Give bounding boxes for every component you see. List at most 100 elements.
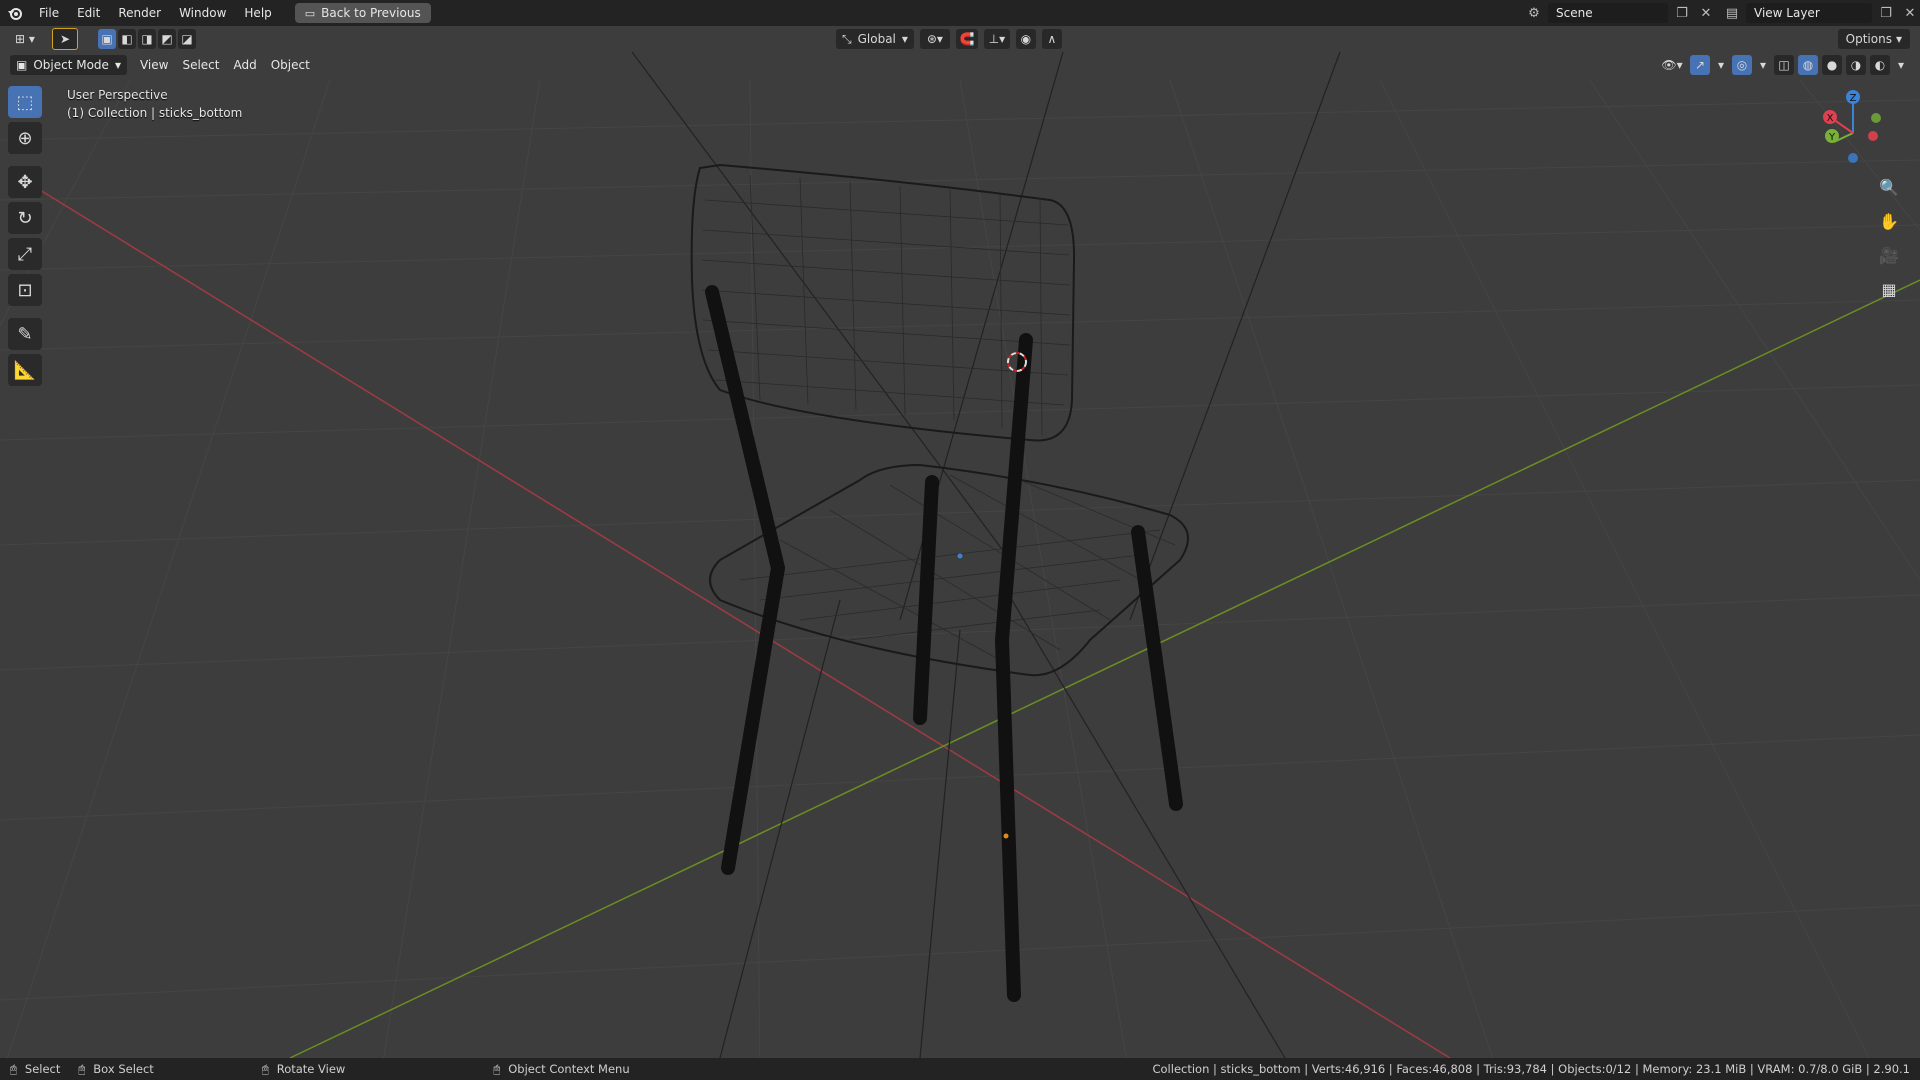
transform-controls: ⤡ Global ▾ ⊛▾ 🧲 ⊥▾ ◉ ∧ — [836, 29, 1062, 49]
back-icon: ▭ — [304, 6, 316, 20]
annotate-tool-icon[interactable]: ✎ — [8, 318, 42, 350]
top-menu-bar: File Edit Render Window Help ▭ Back to P… — [0, 0, 1920, 26]
gizmo-toggle-icon[interactable]: ↗ — [1690, 55, 1710, 75]
shading-chevron-icon[interactable]: ▾ — [1894, 55, 1908, 75]
close-view-layer-icon[interactable]: ✕ — [1900, 3, 1920, 23]
copy-scene-icon[interactable]: ❐ — [1672, 3, 1692, 23]
y-axis-line — [289, 279, 1920, 1059]
mode-new-icon[interactable]: ▣ — [98, 29, 116, 49]
snap-target-icon[interactable]: ⊥▾ — [983, 29, 1010, 49]
mouse-drag-icon: 🖱 — [78, 1061, 86, 1076]
viewport-grid — [0, 79, 1920, 1080]
visibility-icon[interactable]: 👁▾ — [1658, 55, 1686, 75]
solid-shading-icon[interactable]: ● — [1822, 55, 1842, 75]
material-shading-icon[interactable]: ◑ — [1846, 55, 1866, 75]
editor-type-icon[interactable]: ⊞ ▾ — [10, 29, 40, 49]
gizmo-z-label: Z — [1850, 93, 1857, 104]
select-tool-icon[interactable]: ➤ — [52, 28, 78, 50]
mode-invert-icon[interactable]: ◩ — [158, 29, 176, 49]
ortho-toggle-icon[interactable]: ▦ — [1876, 276, 1902, 302]
menu-object[interactable]: Object — [264, 55, 317, 75]
overlays-toggle-icon[interactable]: ◎ — [1732, 55, 1752, 75]
zoom-icon[interactable]: 🔍 — [1876, 174, 1902, 200]
scene-statistics: Collection | sticks_bottom | Verts:46,91… — [1152, 1062, 1910, 1076]
wireframe-shading-icon[interactable]: ◍ — [1798, 55, 1818, 75]
status-select: Select — [24, 1062, 61, 1076]
tool-header: ⊞ ▾ ➤ ▣ ◧ ◨ ◩ ◪ ⤡ Global ▾ ⊛▾ 🧲 ⊥▾ ◉ ∧ O… — [0, 26, 1920, 52]
menu-render[interactable]: Render — [109, 0, 170, 26]
status-hints: 🖱 Select 🖱 Box Select 🖱 Rotate View 🖱 Ob… — [10, 1062, 630, 1077]
snap-icon[interactable]: 🧲 — [955, 29, 978, 49]
menu-add[interactable]: Add — [226, 55, 263, 75]
mode-intersect-icon[interactable]: ◪ — [178, 29, 196, 49]
copy-view-layer-icon[interactable]: ❐ — [1876, 3, 1896, 23]
view-layer-icon[interactable]: ▤ — [1722, 3, 1742, 23]
move-tool-icon[interactable]: ✥ — [8, 166, 42, 198]
options-label: Options — [1845, 32, 1892, 46]
pivot-point-icon[interactable]: ⊛▾ — [919, 29, 950, 49]
xray-toggle-icon[interactable]: ◫ — [1774, 55, 1794, 75]
mode-extend-icon[interactable]: ◧ — [118, 29, 136, 49]
mode-subtract-icon[interactable]: ◨ — [138, 29, 156, 49]
viewport-shading-controls: 👁▾ ↗ ▾ ◎ ▾ ◫ ◍ ● ◑ ◐ ▾ — [1658, 55, 1908, 75]
pan-hand-icon[interactable]: ✋ — [1876, 208, 1902, 234]
scale-tool-icon[interactable]: ⤢ — [8, 238, 42, 270]
close-scene-icon[interactable]: ✕ — [1696, 3, 1716, 23]
menu-window[interactable]: Window — [170, 0, 235, 26]
menu-select[interactable]: Select — [175, 55, 226, 75]
options-dropdown[interactable]: Options ▾ — [1837, 29, 1910, 49]
status-bar: 🖱 Select 🖱 Box Select 🖱 Rotate View 🖱 Ob… — [0, 1058, 1920, 1080]
mode-chevron-icon: ▾ — [114, 58, 121, 72]
blender-logo-icon[interactable] — [0, 0, 30, 26]
object-mode-dropdown[interactable]: ▣ Object Mode ▾ — [10, 55, 127, 75]
viewport-header: ▣ Object Mode ▾ View Select Add Object 👁… — [0, 52, 1920, 78]
orientation-label: Global — [857, 32, 896, 46]
status-rotate-view: Rotate View — [276, 1062, 346, 1076]
selection-mode-group: ▣ ◧ ◨ ◩ ◪ — [98, 29, 196, 49]
menu-help[interactable]: Help — [235, 0, 280, 26]
origin-dot — [957, 553, 963, 559]
back-to-previous-button[interactable]: ▭ Back to Previous — [294, 3, 431, 23]
chair-model[interactable] — [690, 163, 1189, 1002]
viewport-nav-controls: 🔍 ✋ 🎥 ▦ — [1876, 174, 1902, 302]
viewport-info: User Perspective (1) Collection | sticks… — [67, 86, 242, 122]
perspective-label: User Perspective — [67, 88, 168, 102]
gizmo-chevron-icon[interactable]: ▾ — [1714, 55, 1728, 75]
chevron-down-icon: ▾ — [901, 32, 908, 46]
gizmo-neg-x-handle[interactable] — [1868, 131, 1878, 141]
scene-selector: ⚙ Scene ❐ ✕ — [1524, 3, 1716, 23]
orientation-icon: ⤡ — [842, 31, 852, 46]
cursor-tool-icon[interactable]: ⊕ — [8, 122, 42, 154]
object-mode-icon: ▣ — [16, 58, 28, 72]
scene-icon[interactable]: ⚙ — [1524, 3, 1544, 23]
viewport-canvas[interactable] — [0, 0, 1920, 1080]
mouse-left-icon: 🖱 — [10, 1061, 17, 1076]
navigation-gizmo[interactable]: Z X Y — [1808, 88, 1898, 178]
proportional-edit-icon[interactable]: ◉ — [1015, 29, 1036, 49]
camera-view-icon[interactable]: 🎥 — [1876, 242, 1902, 268]
falloff-icon[interactable]: ∧ — [1041, 29, 1062, 49]
rendered-shading-icon[interactable]: ◐ — [1870, 55, 1890, 75]
gizmo-neg-y-handle[interactable] — [1871, 113, 1881, 123]
overlays-chevron-icon[interactable]: ▾ — [1756, 55, 1770, 75]
view-layer-field[interactable]: View Layer — [1746, 3, 1872, 23]
menu-edit[interactable]: Edit — [68, 0, 109, 26]
object-mode-label: Object Mode — [33, 58, 109, 72]
scene-name-field[interactable]: Scene — [1548, 3, 1668, 23]
x-axis-line — [39, 189, 1451, 1059]
gizmo-neg-z-handle[interactable] — [1848, 153, 1858, 163]
measure-tool-icon[interactable]: 📐 — [8, 354, 42, 386]
rotate-tool-icon[interactable]: ↻ — [8, 202, 42, 234]
status-box-select: Box Select — [93, 1062, 154, 1076]
menu-file[interactable]: File — [30, 0, 68, 26]
orientation-dropdown[interactable]: ⤡ Global ▾ — [836, 29, 914, 49]
mouse-right-icon: 🖱 — [493, 1061, 501, 1076]
menu-view[interactable]: View — [133, 55, 175, 75]
origin-dot-selected — [1003, 833, 1009, 839]
gizmo-x-label: X — [1827, 113, 1834, 124]
select-box-tool-icon[interactable]: ⬚ — [8, 86, 42, 118]
back-to-previous-label: Back to Previous — [321, 6, 421, 20]
transform-tool-icon[interactable]: ⊡ — [8, 274, 42, 306]
options-chevron-icon: ▾ — [1895, 32, 1902, 46]
view-layer-selector: ▤ View Layer ❐ ✕ — [1722, 3, 1920, 23]
